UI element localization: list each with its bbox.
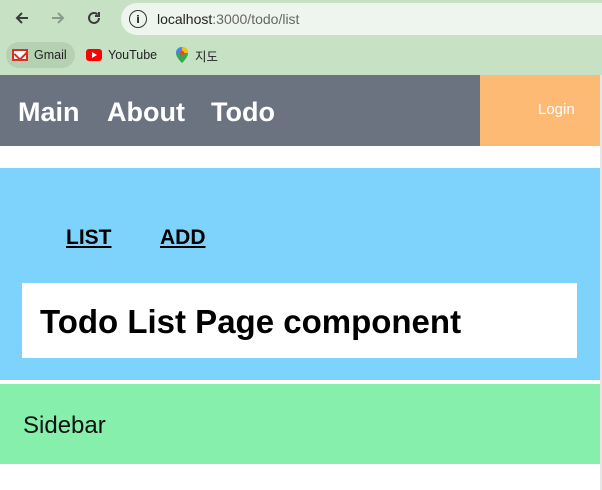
gmail-icon: [12, 49, 28, 61]
title-box: Todo List Page component: [22, 283, 577, 358]
reload-icon[interactable]: [82, 6, 106, 30]
add-link[interactable]: ADD: [160, 226, 206, 250]
page-title: Todo List Page component: [40, 303, 462, 340]
nav-todo-link[interactable]: Todo: [211, 97, 275, 128]
content-area: LIST ADD Todo List Page component: [0, 168, 600, 380]
youtube-icon: [86, 49, 102, 61]
url-text[interactable]: localhost:3000/todo/list: [157, 11, 299, 27]
bookmark-label: YouTube: [108, 48, 158, 62]
forward-arrow-icon[interactable]: [46, 6, 70, 30]
list-link[interactable]: LIST: [66, 226, 112, 250]
login-button[interactable]: Login: [480, 75, 600, 146]
bookmark-label: Gmail: [34, 48, 67, 62]
browser-toolbar: i localhost:3000/todo/list Gmail YouTube…: [0, 0, 602, 75]
sidebar: Sidebar: [0, 384, 600, 464]
sidebar-label: Sidebar: [23, 412, 106, 439]
bookmark-label: 지도: [195, 49, 219, 64]
address-bar[interactable]: i localhost:3000/todo/list: [121, 3, 602, 35]
login-label: Login: [538, 101, 575, 118]
bookmark-gmail[interactable]: Gmail: [6, 42, 75, 68]
nav-about-link[interactable]: About: [107, 97, 185, 128]
app-header: Main About Todo Login: [0, 75, 600, 146]
site-info-icon[interactable]: i: [129, 10, 147, 28]
maps-icon: [175, 47, 189, 63]
nav-main-link[interactable]: Main: [18, 97, 80, 128]
url-host: localhost: [157, 11, 213, 27]
bookmark-maps[interactable]: 지도: [175, 42, 218, 68]
back-arrow-icon[interactable]: [10, 6, 34, 30]
url-path: :3000/todo/list: [212, 11, 300, 27]
bookmark-youtube[interactable]: YouTube: [86, 42, 157, 68]
bookmarks-bar: Gmail YouTube 지도: [0, 38, 602, 72]
